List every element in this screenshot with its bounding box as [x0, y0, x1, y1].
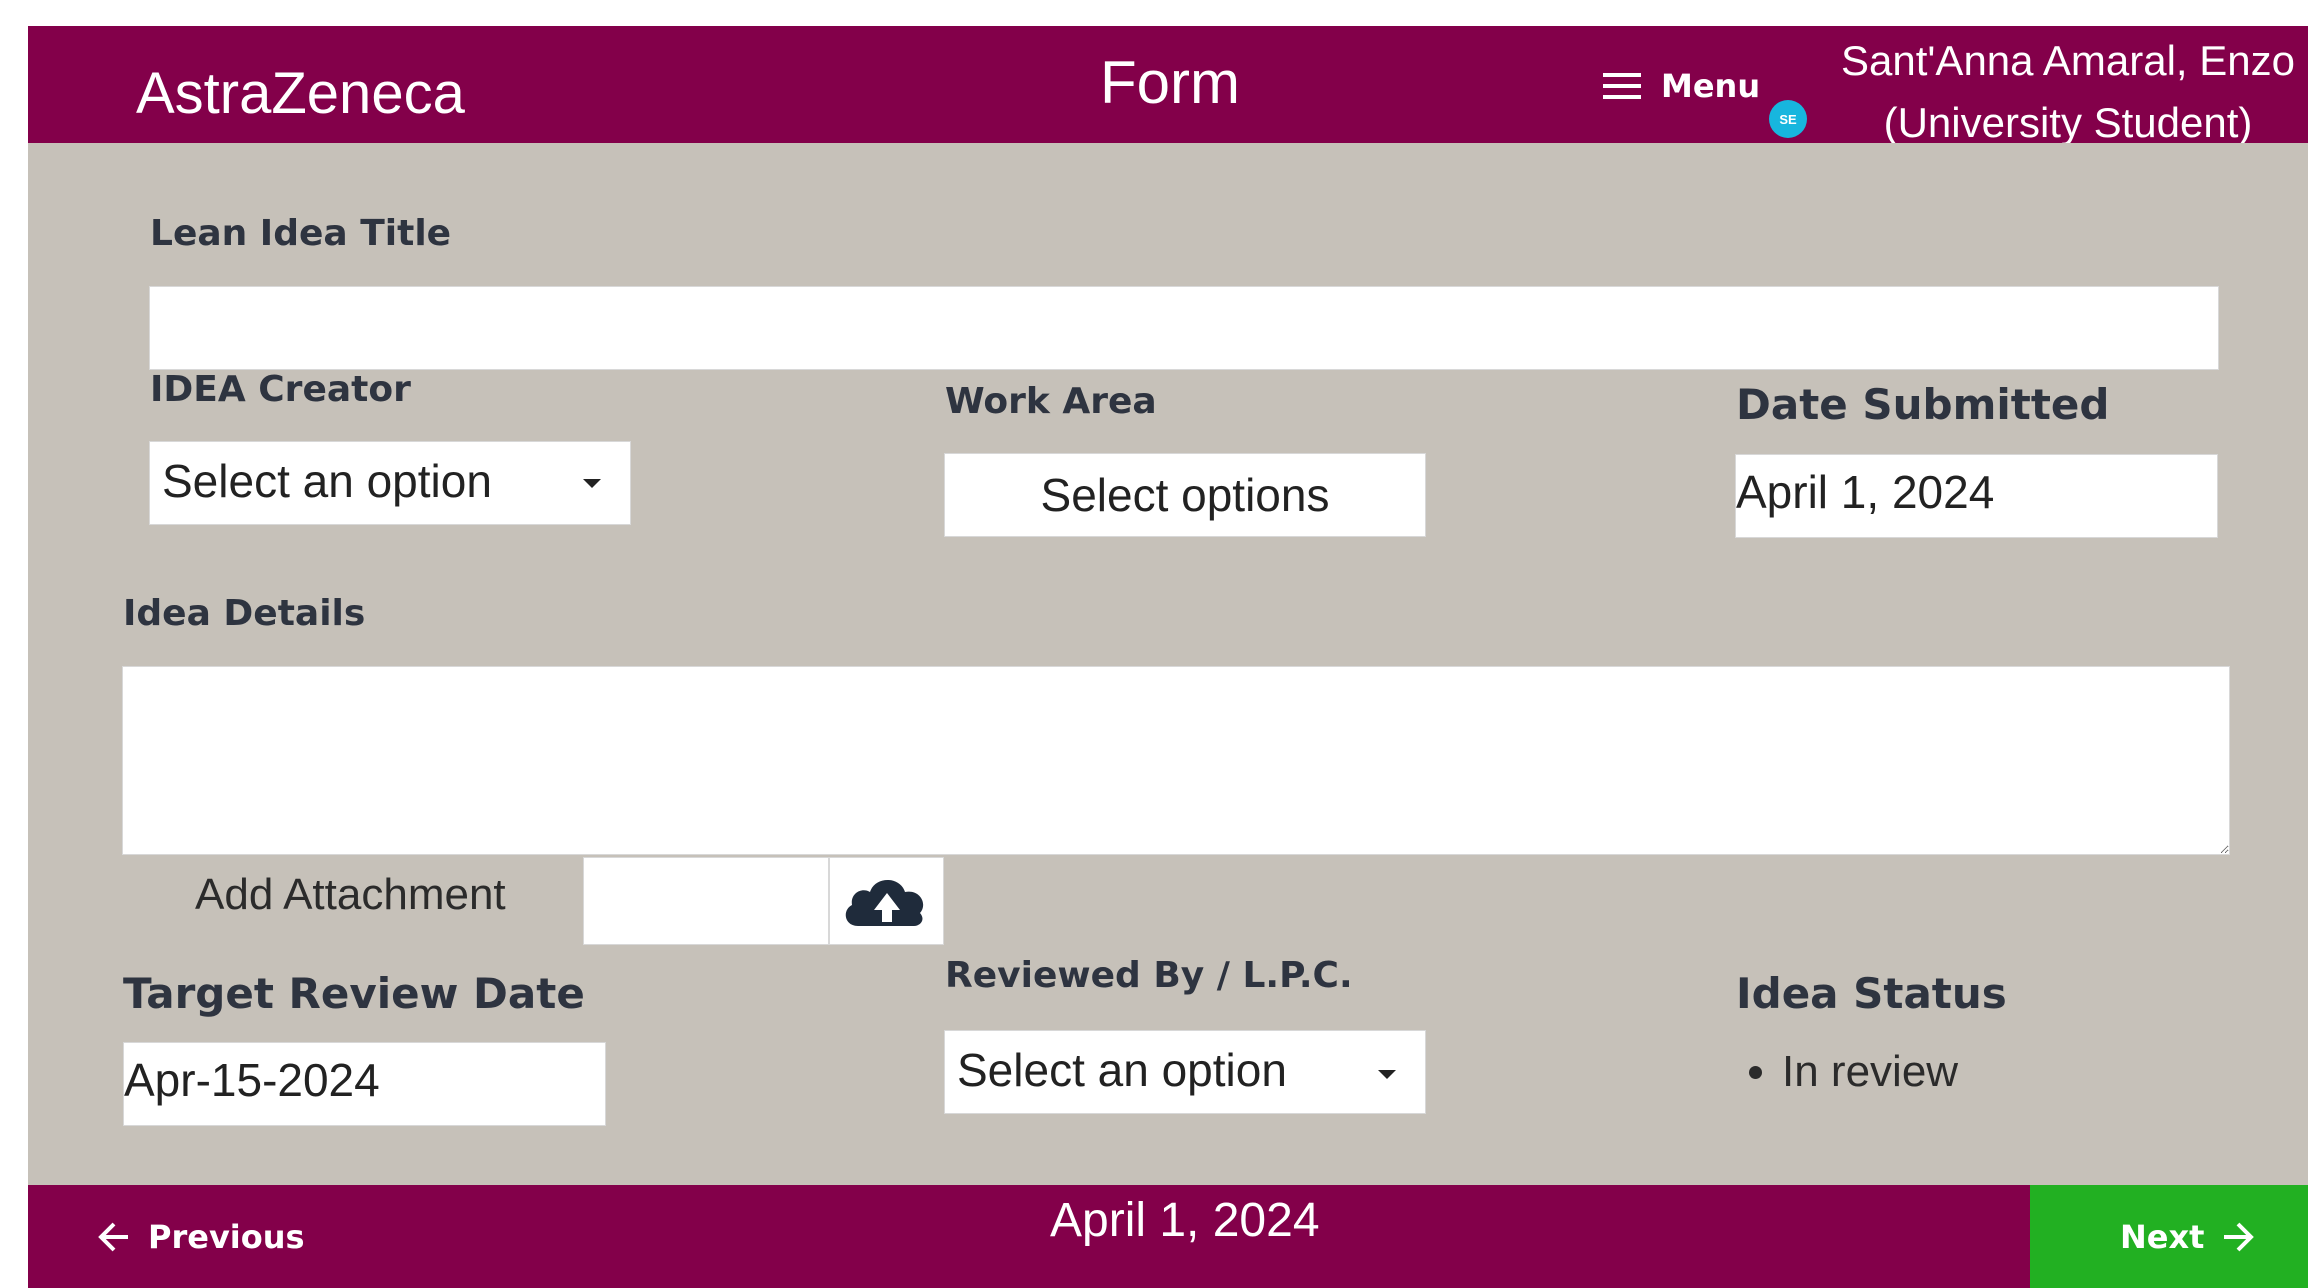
footer-date: April 1, 2024: [1050, 1194, 1320, 1247]
idea-status-item: In review: [1782, 1047, 1958, 1097]
user-name-line1: Sant'Anna Amaral, Enzo: [1841, 37, 2295, 84]
lean-idea-title-label: Lean Idea Title: [150, 213, 452, 254]
add-attachment-label: Add Attachment: [195, 870, 506, 919]
idea-status-list: In review: [1736, 1047, 1958, 1097]
date-submitted-field[interactable]: April 1, 2024: [1735, 454, 2218, 538]
target-review-date-value: Apr-15-2024: [124, 1054, 380, 1106]
idea-creator-value: Select an option: [162, 455, 492, 507]
page-title: Form: [1100, 49, 1240, 116]
attachment-file-field[interactable]: [583, 857, 829, 945]
idea-details-label: Idea Details: [123, 593, 366, 634]
date-submitted-value: April 1, 2024: [1736, 466, 1995, 518]
avatar[interactable]: SE: [1769, 100, 1807, 138]
brand-logo[interactable]: AstraZeneca: [136, 60, 465, 127]
footer-bar: Previous April 1, 2024 Next: [28, 1185, 2308, 1288]
target-review-date-field[interactable]: Apr-15-2024: [123, 1042, 606, 1126]
arrow-right-icon: [2224, 1222, 2255, 1251]
work-area-label: Work Area: [945, 381, 1157, 422]
idea-details-textarea[interactable]: [122, 666, 2230, 855]
user-name: Sant'Anna Amaral, Enzo (University Stude…: [1828, 30, 2308, 154]
date-submitted-label: Date Submitted: [1736, 380, 2110, 429]
menu-button[interactable]: Menu: [1603, 56, 1760, 116]
chevron-down-icon: [583, 479, 601, 488]
menu-label: Menu: [1661, 67, 1761, 105]
form-area: Lean Idea Title IDEA Creator Select an o…: [28, 143, 2308, 1185]
lean-idea-title-input[interactable]: [149, 286, 2219, 370]
next-label: Next: [2120, 1217, 2205, 1256]
idea-creator-label: IDEA Creator: [150, 369, 411, 410]
chevron-down-icon: [1378, 1070, 1396, 1079]
app-header: AstraZeneca Form Menu SE Sant'Anna Amara…: [28, 26, 2308, 146]
reviewed-by-value: Select an option: [957, 1044, 1287, 1096]
upload-cloud-icon: [845, 880, 924, 926]
idea-creator-select[interactable]: Select an option: [149, 441, 631, 525]
target-review-date-label: Target Review Date: [123, 969, 585, 1018]
previous-button[interactable]: Previous: [28, 1185, 338, 1288]
upload-button[interactable]: [829, 857, 944, 945]
previous-label: Previous: [148, 1217, 305, 1256]
work-area-value: Select options: [1040, 469, 1330, 521]
next-button[interactable]: Next: [2030, 1185, 2308, 1288]
idea-status-label: Idea Status: [1736, 969, 2007, 1018]
reviewed-by-label: Reviewed By / L.P.C.: [945, 955, 1353, 996]
arrow-left-icon: [98, 1222, 128, 1251]
menu-icon: [1603, 71, 1641, 101]
reviewed-by-select[interactable]: Select an option: [944, 1030, 1426, 1114]
work-area-select[interactable]: Select options: [944, 453, 1426, 537]
